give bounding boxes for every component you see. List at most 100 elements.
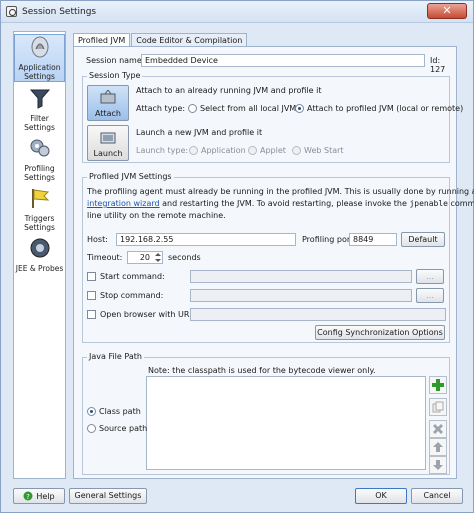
timeout-label: Timeout: [87, 253, 123, 262]
jvm-settings-title: Profiled JVM Settings [87, 172, 174, 181]
default-port-button[interactable]: Default [401, 232, 445, 247]
launch-button[interactable]: Launch [87, 125, 129, 161]
launch-description: Launch a new JVM and profile it [136, 128, 263, 137]
session-type-group: Session Type Attach Attach to an already… [82, 71, 463, 163]
delete-icon [433, 424, 443, 434]
launch-type-label: Launch type: [136, 146, 189, 155]
add-path-button[interactable] [429, 376, 447, 394]
timeout-unit: seconds [168, 253, 201, 262]
title-bar: Session Settings ✕ [1, 1, 473, 23]
sidebar-item-jee-probes[interactable]: JEE & Probes [14, 236, 65, 282]
close-button[interactable]: ✕ [427, 3, 467, 19]
stop-command-input[interactable] [190, 289, 412, 302]
copy-icon [432, 401, 444, 413]
class-path-radio[interactable] [87, 407, 96, 416]
sidebar-item-filter-settings[interactable]: Filter Settings [14, 86, 65, 132]
tab-panel: Session name : Embedded Device Id: 127 S… [73, 46, 474, 479]
classpath-list[interactable] [146, 376, 426, 470]
open-browser-checkbox[interactable] [87, 310, 96, 319]
application-icon [31, 36, 48, 58]
general-settings-button[interactable]: General Settings [69, 488, 147, 504]
jpenable-command: jpenable [409, 199, 448, 208]
help-button-label: Help [36, 491, 55, 501]
java-file-path-group: Java File Path Note: the classpath is us… [82, 352, 450, 475]
start-command-checkbox[interactable] [87, 272, 96, 281]
port-input[interactable]: 8849 [349, 233, 397, 246]
tab-code-editor[interactable]: Code Editor & Compilation [131, 33, 248, 47]
attach-button-label: Attach [95, 109, 121, 118]
start-command-input[interactable] [190, 270, 412, 283]
config-sync-button[interactable]: Config Synchronization Options [315, 325, 445, 340]
move-up-button[interactable] [429, 438, 447, 456]
attach-button[interactable]: Attach [87, 85, 129, 121]
filter-icon [29, 89, 50, 109]
add-icon [432, 379, 444, 391]
sidebar-item-label: Filter Settings [24, 114, 55, 132]
profiling-icon [30, 139, 49, 157]
sidebar-item-label: JEE & Probes [15, 264, 64, 273]
stop-command-checkbox[interactable] [87, 291, 96, 300]
jvm-settings-group: Profiled JVM Settings The profiling agen… [82, 172, 474, 343]
jvm-settings-desc-line2: integration wizard and restarting the JV… [87, 199, 474, 208]
attach-type-label: Attach type: [136, 104, 186, 113]
attach-type-profiled-radio[interactable] [295, 104, 304, 113]
class-path-label: Class path [99, 407, 141, 416]
attach-type-local-radio[interactable] [188, 104, 197, 113]
source-path-radio[interactable] [87, 424, 96, 433]
sidebar-item-label: Profiling Settings [24, 164, 55, 182]
window-title: Session Settings [22, 6, 97, 17]
app-icon [6, 6, 17, 17]
launch-type-applet-radio[interactable] [248, 146, 257, 155]
launch-type-application-label: Application [201, 146, 246, 155]
classpath-note: Note: the classpath is used for the byte… [148, 366, 376, 375]
java-file-path-title: Java File Path [87, 352, 144, 361]
sidebar-item-profiling-settings[interactable]: Profiling Settings [14, 136, 65, 182]
sidebar-item-label: Triggers Settings [24, 214, 55, 232]
help-button[interactable]: ? Help [13, 488, 65, 504]
triggers-icon [31, 189, 49, 208]
sidebar-item-application-settings[interactable]: Application Settings [14, 34, 65, 82]
help-icon: ? [23, 491, 33, 501]
arrow-up-icon [433, 442, 443, 452]
session-id-label: Id: 127 [430, 56, 446, 74]
move-down-button[interactable] [429, 456, 447, 474]
start-command-label: Start command: [100, 272, 165, 281]
probes-icon [30, 238, 49, 258]
jvm-settings-desc-line3: line utility on the remote machine. [87, 211, 226, 220]
session-name-input[interactable]: Embedded Device [141, 54, 425, 67]
arrow-down-icon [433, 460, 443, 470]
launch-type-applet-label: Applet [260, 146, 286, 155]
dialog-footer: ? Help General Settings OK Cancel [1, 483, 473, 512]
session-type-title: Session Type [87, 71, 143, 80]
launch-type-webstart-radio[interactable] [292, 146, 301, 155]
launch-type-application-radio[interactable] [189, 146, 198, 155]
ok-button[interactable]: OK [355, 488, 407, 504]
svg-text:?: ? [27, 493, 31, 501]
jvm-settings-desc-text: and restarting the JVM. To avoid restart… [159, 199, 410, 208]
port-label: Profiling port: [302, 235, 356, 244]
integration-wizard-link[interactable]: integration wizard [87, 199, 160, 208]
stop-command-browse-button[interactable]: ... [416, 288, 444, 303]
open-browser-label: Open browser with URL: [100, 310, 197, 319]
launch-button-label: Launch [93, 149, 123, 158]
tab-bar: Profiled JVM Code Editor & Compilation [73, 33, 248, 48]
jvm-settings-desc-suffix: command [450, 199, 474, 208]
launch-type-webstart-label: Web Start [304, 146, 344, 155]
sidebar-item-label: Application Settings [18, 63, 61, 81]
cancel-button[interactable]: Cancel [411, 488, 463, 504]
start-command-browse-button[interactable]: ... [416, 269, 444, 284]
jvm-settings-desc-line1: The profiling agent must already be runn… [87, 187, 474, 196]
source-path-label: Source path [99, 424, 148, 433]
attach-type-local-label: Select from all local JVMs [200, 104, 301, 113]
remove-path-button[interactable] [429, 420, 447, 438]
host-input[interactable]: 192.168.2.55 [116, 233, 296, 246]
sidebar-item-triggers-settings[interactable]: Triggers Settings [14, 186, 65, 232]
attach-icon [100, 89, 116, 104]
attach-description: Attach to an already running JVM and pro… [136, 86, 322, 95]
settings-sidebar: Application Settings Filter Settings Pro… [13, 31, 66, 479]
copy-path-button[interactable] [429, 398, 447, 416]
browser-url-input[interactable] [190, 308, 446, 321]
spinner-arrows-icon[interactable] [154, 252, 162, 263]
session-settings-window: Session Settings ✕ Application Settings … [0, 0, 474, 513]
launch-icon [100, 132, 116, 144]
